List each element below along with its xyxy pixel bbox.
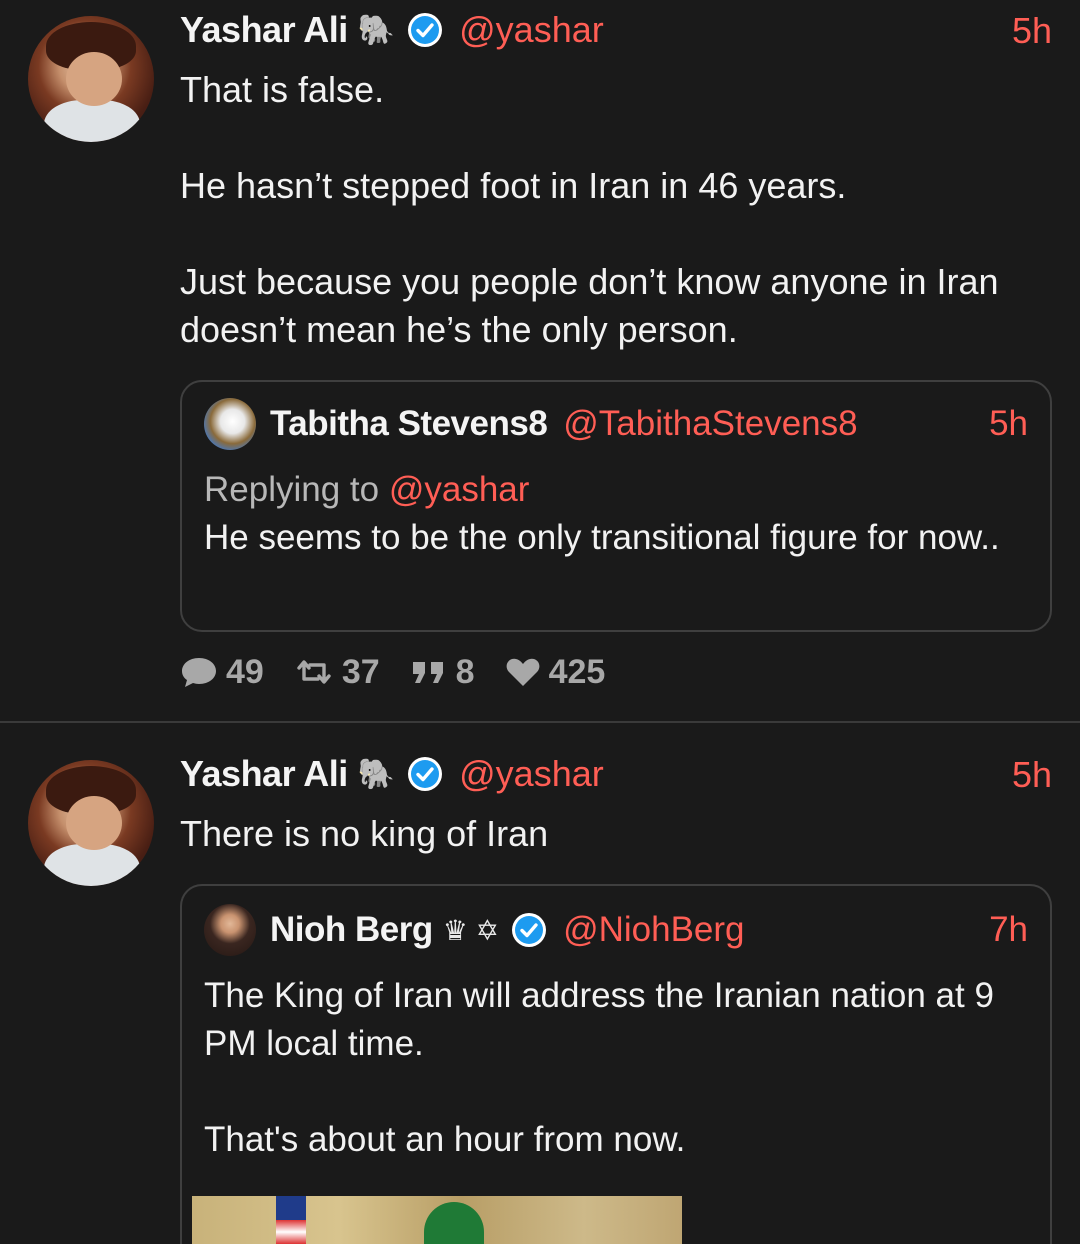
speech-bubble-icon [182,658,216,687]
quoted-author-name[interactable]: Tabitha Stevens8 [270,404,548,444]
quote-icon [412,662,443,683]
quoted-post-text: He seems to be the only transitional fig… [204,518,1000,557]
quoted-author-handle[interactable]: @NiohBerg [563,910,744,950]
quoted-author-avatar[interactable] [204,904,256,956]
post-text: There is no king of Iran [180,813,549,854]
quoted-post[interactable]: Tabitha Stevens8 @TabithaStevens8 5h Rep… [180,380,1052,632]
like-count: 425 [548,652,606,691]
quote-button[interactable]: 8 [410,653,475,692]
repost-count: 37 [341,652,380,691]
replying-to-label: Replying to [204,470,380,509]
quoted-media-image[interactable] [192,1196,682,1244]
author-avatar[interactable] [28,760,154,886]
verified-badge-icon [512,913,547,947]
post-time: 5h [1011,754,1052,795]
post[interactable]: Yashar Ali 🐘 @yashar 5h There is no king… [0,724,1080,1244]
author-handle[interactable]: @yashar [459,753,604,795]
quoted-post[interactable]: Nioh Berg ♛ ✡ @NiohBerg 7h The King of I… [180,884,1052,1244]
post-time: 5h [1011,10,1052,51]
post-divider [0,721,1080,723]
replying-to-line: Replying to @yashar [204,466,1034,514]
repost-icon [297,660,331,684]
quoted-author-handle[interactable]: @TabithaStevens8 [563,404,857,444]
quoted-header: Tabitha Stevens8 @TabithaStevens8 [270,402,858,446]
flag-graphic [424,1202,484,1244]
crown-star-emoji: ♛ ✡ [442,914,500,946]
author-avatar[interactable] [28,16,154,142]
elephant-emoji: 🐘 [357,757,396,791]
quoted-author-name[interactable]: Nioh Berg [270,910,433,950]
verified-badge-icon [408,757,443,791]
replying-to-mention[interactable]: @yashar [389,470,530,509]
elephant-emoji: 🐘 [357,13,396,47]
verified-badge-icon [408,13,443,47]
post-header: Yashar Ali 🐘 @yashar [180,752,604,796]
post-actions: 49 37 8 425 [180,650,635,694]
quoted-post-text: The King of Iran will address the Irania… [204,976,994,1159]
repost-button[interactable]: 37 [294,653,380,692]
author-name[interactable]: Yashar Ali [180,9,348,51]
author-name[interactable]: Yashar Ali [180,753,348,795]
post-text: That is false. He hasn’t stepped foot in… [180,69,999,350]
quoted-header: Nioh Berg ♛ ✡ @NiohBerg [270,908,745,952]
reply-count: 49 [226,652,264,691]
reply-button[interactable]: 49 [180,653,264,692]
quoted-post-time: 5h [989,404,1028,443]
quoted-author-avatar[interactable] [204,398,256,450]
post-header: Yashar Ali 🐘 @yashar [180,8,604,52]
like-button[interactable]: 425 [505,652,606,692]
post[interactable]: Yashar Ali 🐘 @yashar 5h That is false. H… [0,0,1080,722]
author-handle[interactable]: @yashar [459,9,604,51]
flag-graphic [276,1196,306,1244]
quote-count: 8 [455,652,475,691]
heart-icon [506,658,539,686]
quoted-post-time: 7h [989,910,1028,949]
